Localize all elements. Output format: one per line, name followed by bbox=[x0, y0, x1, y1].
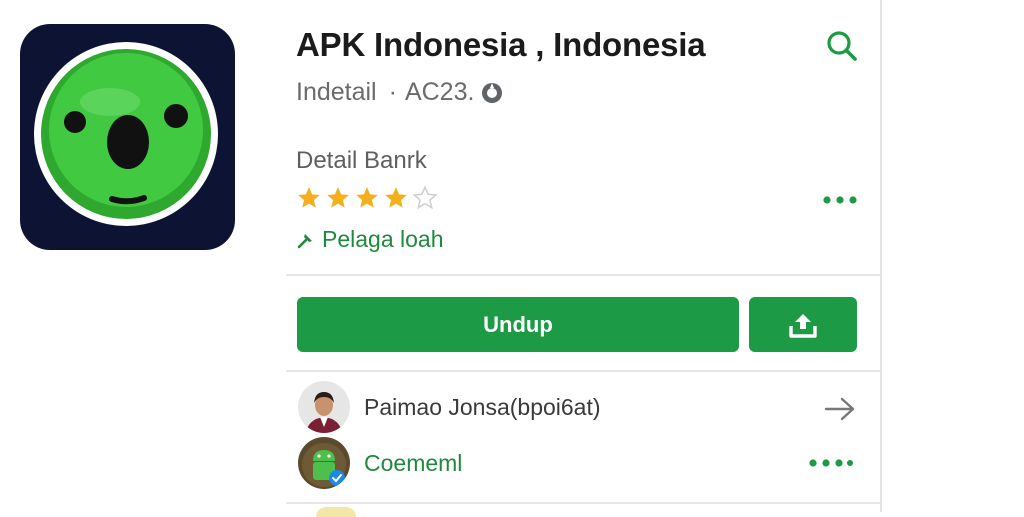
avatar bbox=[298, 381, 350, 433]
list-item-avatar-peek bbox=[316, 507, 356, 517]
detail-label: Detail Banrk bbox=[296, 147, 427, 174]
share-upload-icon bbox=[789, 313, 817, 338]
separator: · bbox=[388, 78, 397, 106]
divider bbox=[286, 370, 880, 372]
app-title: APK Indonesia , Indonesia bbox=[296, 26, 706, 63]
list-item-label: Paimao Jonsa(bpoi6at) bbox=[364, 393, 601, 420]
avatar bbox=[298, 437, 350, 489]
star-filled-icon bbox=[298, 187, 320, 208]
list-item-label: Coememl bbox=[364, 449, 463, 476]
arrow-right-icon[interactable] bbox=[824, 396, 856, 422]
app-icon bbox=[20, 24, 235, 250]
star-filled-icon bbox=[385, 187, 407, 208]
divider bbox=[286, 502, 880, 504]
search-icon[interactable] bbox=[824, 28, 860, 64]
app-subtitle: Indetail · AC23. bbox=[296, 78, 504, 107]
list-item[interactable]: Paimao Jonsa(bpoi6at) bbox=[298, 381, 601, 433]
pin-icon bbox=[297, 233, 312, 248]
list-item[interactable]: Coememl bbox=[298, 437, 462, 489]
star-filled-icon bbox=[327, 187, 349, 208]
rating-stars bbox=[296, 185, 438, 211]
more-dots-icon[interactable] bbox=[822, 192, 858, 210]
app-detail-panel: APK Indonesia , Indonesia Indetail · AC2… bbox=[286, 0, 882, 517]
divider bbox=[286, 274, 880, 276]
category-tag[interactable]: Pelaga loah bbox=[296, 226, 444, 253]
app-code: AC23. bbox=[404, 78, 475, 106]
star-filled-icon bbox=[356, 187, 378, 208]
share-button[interactable] bbox=[749, 297, 857, 352]
star-empty-icon bbox=[412, 185, 438, 210]
more-dots-icon[interactable] bbox=[808, 455, 854, 473]
developer-name[interactable]: Indetail bbox=[296, 78, 377, 107]
verified-badge-icon bbox=[480, 81, 504, 105]
tag-label: Pelaga loah bbox=[322, 226, 444, 252]
download-button[interactable]: Undup bbox=[297, 297, 739, 352]
